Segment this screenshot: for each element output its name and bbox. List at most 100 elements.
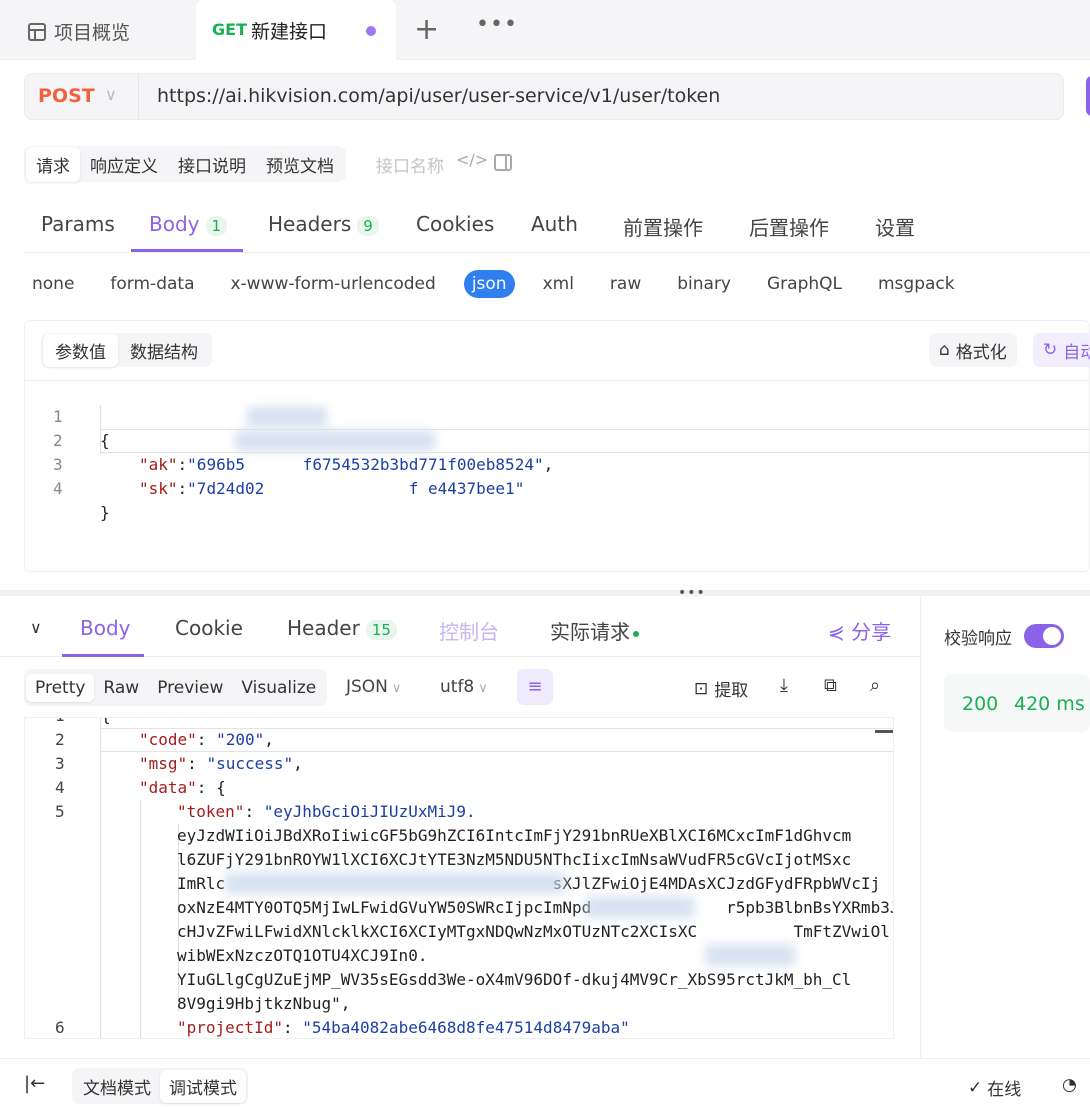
code-line: 3 "sk":"7d24d02 f e4437bee1": [25, 429, 1089, 498]
code-line: 3 "msg": "success",: [25, 752, 893, 776]
resp-tab-actual-request[interactable]: 实际请求: [550, 616, 639, 645]
status-dot: [633, 630, 639, 637]
tab-project-overview[interactable]: 项目概览: [28, 18, 130, 45]
extract-label: 提取: [714, 681, 749, 701]
response-body-viewer[interactable]: 1{2"code": "200",3"msg": "success",4"dat…: [24, 717, 894, 1039]
auto-button[interactable]: ↻ 自动: [1033, 333, 1090, 367]
tab-overview-label: 项目概览: [54, 22, 131, 44]
tab-bar: 项目概览 GET 新建接口 + •••: [0, 0, 1090, 60]
code-text: "sk":"7d24d02 f e4437bee1": [139, 479, 525, 498]
send-button[interactable]: [1086, 76, 1090, 116]
add-tab-icon[interactable]: +: [414, 12, 439, 47]
code-line: 5 "token": "eyJhbGciOiJIUzUxMiJ9.: [25, 800, 893, 824]
request-body-editor[interactable]: 参数值 数据结构 ⌂ 格式化 ↻ 自动 1 { 2 "ak":"696b5 f6…: [24, 320, 1090, 572]
format-select[interactable]: JSON ∨: [346, 677, 401, 697]
more-icon[interactable]: •••: [476, 12, 518, 37]
view-raw[interactable]: Raw: [94, 674, 148, 702]
search-icon[interactable]: ⌕: [870, 675, 880, 696]
code-area[interactable]: 1 { 2 "ak":"696b5 f6754532b3bd771f00eb85…: [25, 381, 1089, 522]
copy-icon[interactable]: ⧉: [824, 675, 837, 696]
code-line: cHJvZFwiLFwidXNlcklkXCI6XCIyMTgxNDQwNzMx…: [25, 920, 893, 944]
verify-response-label: 校验响应: [944, 629, 1012, 649]
encoding-select-label: utf8: [440, 677, 475, 697]
tab-headers-label: Headers: [268, 212, 352, 236]
body-type-msgpack[interactable]: msgpack: [870, 270, 963, 298]
resp-tab-body[interactable]: Body: [80, 616, 131, 640]
code-text: 8V9gi9HbjtkzNbug",: [177, 994, 351, 1013]
body-type-raw[interactable]: raw: [602, 270, 649, 298]
cookie-icon[interactable]: ◔: [1062, 1075, 1077, 1095]
redaction-blur: [235, 431, 435, 451]
seg-value[interactable]: 参数值: [43, 333, 118, 367]
tab-settings[interactable]: 设置: [875, 212, 915, 241]
online-label: 在线: [987, 1080, 1022, 1100]
pane-splitter[interactable]: [0, 590, 1090, 596]
tab-new-api[interactable]: GET 新建接口: [196, 0, 396, 60]
auto-label: 自动: [1063, 342, 1090, 363]
code-text: YIuGLlgCgUZuEjMP_WV35sEGsdd3We-oX4mV96DO…: [177, 970, 852, 989]
view-pretty[interactable]: Pretty: [26, 673, 95, 702]
drag-handle-icon[interactable]: •••: [678, 585, 706, 601]
line-number: 6: [55, 1018, 65, 1037]
status-code: 200: [962, 693, 999, 715]
method-select[interactable]: POST: [38, 85, 95, 107]
tab-params[interactable]: Params: [41, 212, 115, 236]
code-line: 2 "ak":"696b5 f6754532b3bd771f00eb8524",: [25, 405, 1089, 474]
code-text: "msg": "success",: [139, 754, 303, 773]
body-type-xml[interactable]: xml: [535, 270, 582, 298]
code-text: "projectId": "54ba4082abe6468d8fe47514d8…: [177, 1018, 630, 1037]
debug-mode-button[interactable]: 调试模式: [160, 1069, 246, 1103]
code-icon[interactable]: </>: [456, 150, 488, 169]
collapse-sidebar-icon[interactable]: |←: [24, 1073, 45, 1094]
body-type-selector: none form-data x-www-form-urlencoded jso…: [24, 270, 983, 298]
active-tab-underline: [131, 249, 243, 252]
body-type-none[interactable]: none: [24, 270, 82, 298]
format-button[interactable]: ⌂ 格式化: [929, 333, 1017, 367]
refresh-icon: ↻: [1043, 340, 1058, 360]
body-type-form-data[interactable]: form-data: [102, 270, 202, 298]
subtab-response-def[interactable]: 响应定义: [80, 147, 168, 182]
panel-icon[interactable]: [494, 154, 512, 171]
code-line: 2 "code": "200",: [25, 728, 893, 752]
body-type-urlencoded[interactable]: x-www-form-urlencoded: [222, 270, 443, 298]
body-type-binary[interactable]: binary: [669, 270, 739, 298]
json-key: "code": [139, 730, 197, 749]
verify-response-toggle[interactable]: [1024, 624, 1064, 648]
code-line: eyJzdWIiOiJBdXRoIiwicGF5bG9hZCI6IntcImFj…: [25, 824, 893, 848]
tab-body[interactable]: Body 1: [149, 212, 228, 236]
json-key: "data": [139, 778, 197, 797]
extract-button[interactable]: ⊡ 提取: [694, 676, 749, 702]
view-preview[interactable]: Preview: [148, 674, 232, 702]
api-name-input[interactable]: 接口名称: [376, 152, 444, 177]
resp-tab-header[interactable]: Header 15: [287, 616, 397, 640]
tab-pre-actions[interactable]: 前置操作: [623, 212, 703, 241]
online-status[interactable]: ✓ 在线: [968, 1075, 1022, 1101]
subtab-preview-doc[interactable]: 预览文档: [256, 147, 344, 182]
resp-tab-console[interactable]: 控制台: [439, 616, 499, 645]
json-value: {: [216, 778, 226, 797]
code-text: "token": "eyJhbGciOiJIUzUxMiJ9.: [177, 802, 476, 821]
seg-schema[interactable]: 数据结构: [118, 334, 210, 367]
tab-headers[interactable]: Headers 9: [268, 212, 379, 236]
url-input[interactable]: https://ai.hikvision.com/api/user/user-s…: [157, 85, 720, 107]
download-icon[interactable]: ⤓: [780, 675, 788, 696]
broom-icon: ⌂: [939, 340, 950, 360]
subtab-api-doc[interactable]: 接口说明: [168, 147, 256, 182]
tab-post-actions[interactable]: 后置操作: [749, 212, 829, 241]
resp-tab-cookie[interactable]: Cookie: [175, 616, 243, 640]
chevron-down-icon[interactable]: ∨: [30, 618, 42, 637]
subtab-request[interactable]: 请求: [26, 146, 80, 182]
encoding-select[interactable]: utf8 ∨: [440, 677, 488, 697]
line-number: 1: [55, 718, 65, 728]
tab-cookies[interactable]: Cookies: [416, 212, 494, 236]
tab-auth[interactable]: Auth: [531, 212, 578, 236]
chevron-down-icon[interactable]: ∨: [105, 85, 117, 104]
redaction-blur: [225, 872, 565, 894]
body-type-json[interactable]: json: [463, 270, 515, 298]
doc-mode-button[interactable]: 文档模式: [74, 1070, 160, 1103]
wrap-lines-icon[interactable]: ≡: [517, 669, 553, 705]
view-visualize[interactable]: Visualize: [232, 674, 325, 702]
json-key: "msg": [139, 754, 188, 773]
body-type-graphql[interactable]: GraphQL: [759, 270, 850, 298]
share-button[interactable]: ⋞ 分享: [828, 616, 891, 645]
